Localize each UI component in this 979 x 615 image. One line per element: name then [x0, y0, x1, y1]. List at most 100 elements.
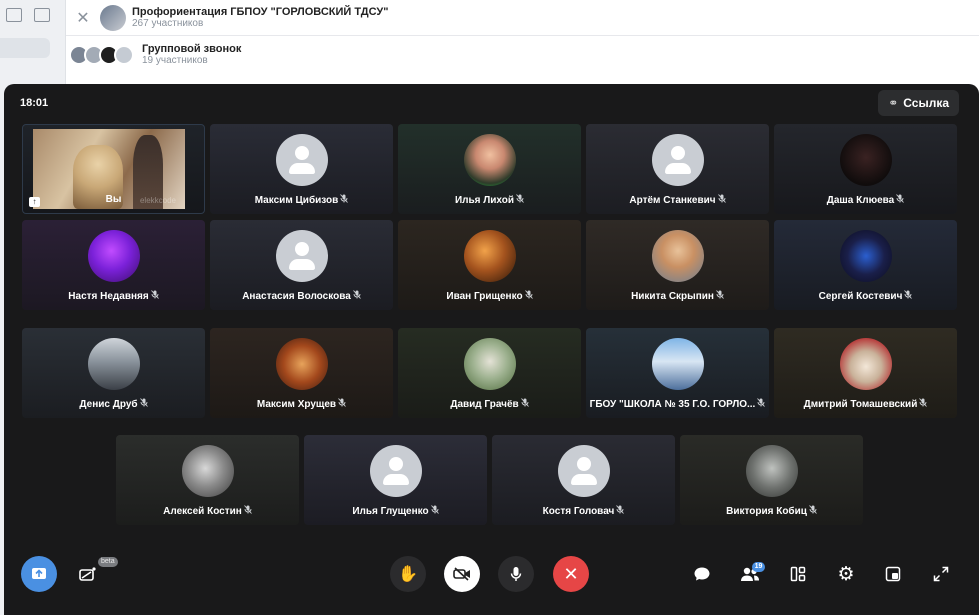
participant-name-text: ГБОУ "ШКОЛА № 35 Г.О. ГОРЛО... [589, 399, 756, 410]
participant-name: Илья Лихой [398, 194, 581, 206]
participant-avatar [651, 230, 704, 282]
call-timer: 18:01 [20, 97, 49, 109]
participant-name-text: Вы [105, 194, 122, 205]
participant-avatar [275, 134, 328, 186]
participant-tile[interactable]: Максим Хрущев [210, 328, 393, 418]
copy-link-label: Ссылка [903, 96, 949, 110]
chat-title: Групповой звонок [142, 43, 242, 55]
participant-avatar [369, 445, 422, 497]
participant-tile[interactable]: Денис Друб [22, 328, 205, 418]
settings-button[interactable]: ⚙ [834, 562, 858, 586]
mic-off-icon [516, 194, 524, 205]
participant-tile[interactable]: Анастасия Волоскова [210, 220, 393, 310]
mic-off-icon [616, 505, 625, 516]
fullscreen-button[interactable] [929, 562, 953, 586]
participant-tile[interactable]: Илья Лихой [398, 124, 581, 214]
participant-name-text: Иван Грищенко [446, 291, 523, 302]
participant-name: Иван Грищенко [398, 290, 581, 302]
end-call-icon: ✕ [563, 563, 579, 584]
chat-avatar [100, 4, 126, 31]
participant-name: Анастасия Волоскова [210, 290, 393, 302]
participant-avatar [463, 230, 516, 282]
mic-off-icon [904, 290, 913, 301]
participant-avatar [181, 445, 234, 497]
participant-tile[interactable]: Сергей Костевич [774, 220, 957, 310]
chat-subtitle: 267 участников [132, 17, 204, 29]
participant-tile[interactable]: Артём Станкевич [586, 124, 769, 214]
participant-tile[interactable]: Никита Скрыпин [586, 220, 769, 310]
sidebar-selected-item[interactable] [0, 38, 50, 58]
participant-tile[interactable]: Алексей Костин [116, 435, 299, 525]
chat-title: Профориентация ГБПОУ "ГОРЛОВСКИЙ ТДСУ" [132, 5, 389, 18]
participant-name-text: Дмитрий Томашевский [803, 399, 918, 410]
copy-link-button[interactable]: ⚭ Ссылка [878, 90, 959, 116]
participant-tile[interactable]: Настя Недавняя [22, 220, 205, 310]
camera-toggle-button[interactable] [444, 556, 480, 592]
mic-off-icon [716, 290, 724, 301]
share-screen-button[interactable] [21, 556, 57, 592]
participant-tile[interactable]: Даша Клюева [774, 124, 957, 214]
close-icon[interactable]: ✕ [66, 8, 100, 28]
mic-off-icon [340, 194, 349, 205]
participant-tile[interactable]: Илья Глущенко [304, 435, 487, 525]
participant-avatar [745, 445, 798, 497]
participant-name: Денис Друб [22, 398, 205, 410]
participant-name: Давид Грачёв [398, 398, 581, 410]
compose-icon[interactable] [34, 8, 50, 22]
picture-in-picture-icon [885, 566, 901, 582]
participant-name: Вы [23, 194, 204, 205]
microphone-button[interactable] [498, 556, 534, 592]
participant-name: Костя Головач [492, 505, 675, 517]
layout-button[interactable] [786, 562, 810, 586]
participant-name-text: Анастасия Волоскова [242, 291, 351, 302]
participant-name-text: Максим Хрущев [256, 399, 337, 410]
participant-name: Илья Глущенко [304, 505, 487, 517]
participant-tile[interactable]: Дмитрий Томашевский [774, 328, 957, 418]
mic-off-icon [352, 290, 361, 301]
chat-icon [694, 567, 710, 581]
participant-name-text: Никита Скрыпин [631, 291, 714, 302]
end-call-button[interactable]: ✕ [553, 556, 589, 592]
participant-avatar [557, 445, 610, 497]
mic-off-icon [809, 505, 817, 516]
picture-in-picture-button[interactable] [881, 562, 905, 586]
participant-name: Сергей Костевич [774, 290, 957, 302]
participant-avatar [87, 230, 140, 282]
chat-item-proforientation[interactable]: ✕ Профориентация ГБПОУ "ГОРЛОВСКИЙ ТДСУ"… [66, 0, 979, 36]
archive-icon[interactable] [6, 8, 22, 22]
raise-hand-icon: ✋ [398, 566, 418, 583]
microphone-icon [510, 567, 522, 581]
mic-off-icon [338, 398, 346, 409]
camera-off-icon [453, 567, 470, 581]
effects-icon [79, 567, 96, 581]
participant-avatar [275, 230, 328, 282]
chat-button[interactable] [690, 562, 714, 586]
participant-tile[interactable]: Иван Грищенко [398, 220, 581, 310]
participant-name-text: Илья Лихой [454, 195, 515, 206]
participants-count-badge: 19 [752, 562, 765, 572]
participant-name-text: Сергей Костевич [818, 291, 903, 302]
participant-avatar [651, 134, 704, 186]
mic-off-icon [243, 505, 252, 516]
participant-avatar [839, 134, 892, 186]
participant-name: Максим Цибизов [210, 194, 393, 206]
participant-tile[interactable]: Костя Головач [492, 435, 675, 525]
participant-avatar [839, 230, 892, 282]
participant-avatar [463, 134, 516, 186]
participant-tile[interactable]: Давид Грачёв [398, 328, 581, 418]
participant-name-text: Костя Головач [542, 506, 615, 517]
participant-name-text: Максим Цибизов [254, 195, 339, 206]
self-video-tile[interactable]: ↑ elekkcode Вы [22, 124, 205, 214]
chat-item-group-call[interactable]: Групповой звонок 19 участников [66, 37, 979, 73]
participant-name: Настя Недавняя [22, 290, 205, 302]
mic-off-icon [896, 194, 905, 205]
participant-tile[interactable]: Виктория Кобиц [680, 435, 863, 525]
raise-hand-button[interactable]: ✋ [390, 556, 426, 592]
participant-tile[interactable]: ГБОУ "ШКОЛА № 35 Г.О. ГОРЛО... [586, 328, 769, 418]
participant-name-text: Артём Станкевич [629, 195, 716, 206]
participant-tile[interactable]: Максим Цибизов [210, 124, 393, 214]
effects-button[interactable] [76, 562, 100, 586]
participant-avatar [275, 338, 328, 390]
link-icon: ⚭ [888, 96, 899, 110]
chat-list: ✕ Профориентация ГБПОУ "ГОРЛОВСКИЙ ТДСУ"… [66, 0, 979, 90]
